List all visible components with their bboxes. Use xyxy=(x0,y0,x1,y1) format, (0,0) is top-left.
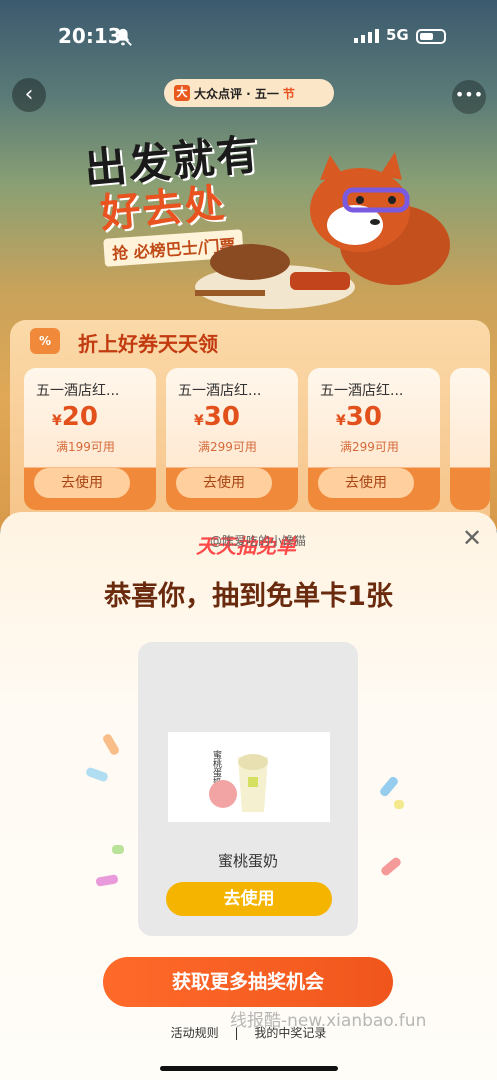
coupon-amount-value: 30 xyxy=(203,402,240,432)
coupon-amount: ¥30 xyxy=(194,402,240,432)
coupon-use-button[interactable]: 去使用 xyxy=(34,468,130,498)
coupon-condition: 满199可用 xyxy=(56,440,115,454)
coupon-card[interactable]: 五一酒店红... ¥30 满299可用 去使用 xyxy=(308,368,440,510)
coupon-card-partial[interactable] xyxy=(450,368,490,510)
coupon-amount: ¥20 xyxy=(52,402,98,432)
more-button[interactable]: ••• xyxy=(452,80,486,114)
prize-headline: 恭喜你，抽到免单卡1张 xyxy=(104,581,393,612)
currency-symbol: ¥ xyxy=(336,413,346,429)
cellular-signal-icon xyxy=(354,29,379,43)
coupon-use-button[interactable]: 去使用 xyxy=(318,468,414,498)
confetti-icon xyxy=(394,800,404,809)
hero-line-2: 好去处 xyxy=(98,180,229,238)
bell-mute-icon xyxy=(114,28,132,46)
coupon-amount-value: 30 xyxy=(345,402,382,432)
currency-symbol: ¥ xyxy=(52,413,62,429)
coupon-section-title: 折上好券天天领 xyxy=(78,332,218,356)
coupon-condition: 满299可用 xyxy=(340,440,399,454)
coupon-card[interactable]: 五一酒店红... ¥30 满299可用 去使用 xyxy=(166,368,298,510)
milk-tea-icon: 蜜桃蛋奶 xyxy=(209,749,268,812)
coupon-name: 五一酒店红... xyxy=(36,383,120,399)
back-button[interactable]: ‹ xyxy=(12,78,46,112)
status-bar: 20:13 5G xyxy=(0,0,497,70)
site-watermark: 线报酷-new.xianbao.fun xyxy=(230,1011,427,1031)
network-type: 5G xyxy=(386,26,409,44)
prize-name: 蜜桃蛋奶 xyxy=(217,852,278,870)
dianping-logo-icon: 大 xyxy=(174,85,190,101)
coupon-amount-value: 20 xyxy=(61,402,98,432)
rules-link[interactable]: 活动规则 xyxy=(171,1026,219,1040)
currency-symbol: ¥ xyxy=(194,413,204,429)
coupon-name: 五一酒店红... xyxy=(320,383,404,399)
coupon-use-button[interactable]: 去使用 xyxy=(176,468,272,498)
brand-pill: 大 大众点评 · 五一 节 xyxy=(164,79,334,107)
more-chances-button[interactable]: 获取更多抽奖机会 xyxy=(103,957,393,1007)
coupon-card[interactable]: 五一酒店红... ¥20 满199可用 去使用 xyxy=(24,368,156,510)
coupon-name: 五一酒店红... xyxy=(178,383,262,399)
brand-text: 大众点评 · 五一 xyxy=(194,86,279,101)
prize-use-button[interactable]: 去使用 xyxy=(166,882,332,916)
coupon-condition: 满299可用 xyxy=(198,440,257,454)
close-icon[interactable]: ✕ xyxy=(462,524,482,552)
weibo-watermark: @陈爱吃的小馋猫 xyxy=(210,534,307,548)
battery-icon xyxy=(416,29,446,44)
product-image: 蜜桃蛋奶 xyxy=(168,732,330,822)
brand-badge: 节 xyxy=(282,86,295,101)
confetti-icon xyxy=(112,845,124,854)
food-plate-icon xyxy=(195,244,355,309)
percent-badge-icon: % xyxy=(30,328,60,354)
coupon-amount: ¥30 xyxy=(336,402,382,432)
home-indicator[interactable] xyxy=(160,1066,338,1071)
